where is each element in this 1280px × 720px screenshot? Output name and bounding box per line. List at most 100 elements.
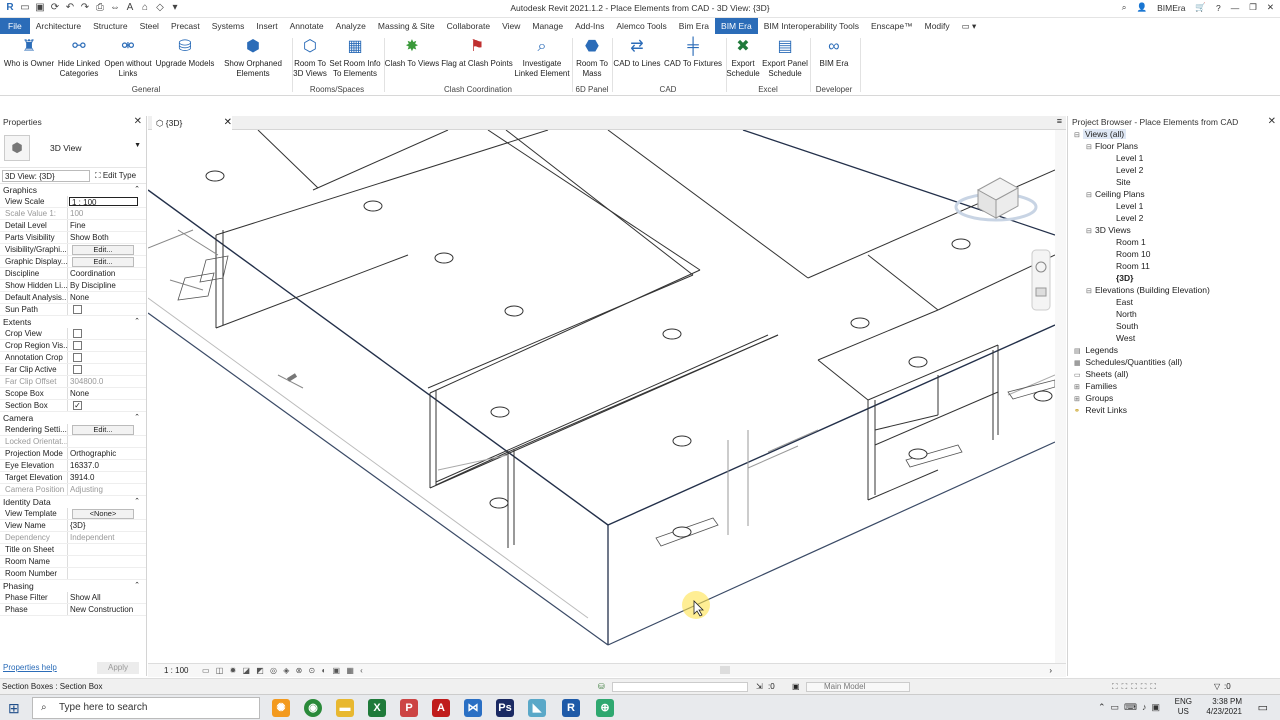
tree-item[interactable]: West bbox=[1068, 332, 1280, 344]
revit-icon[interactable]: R bbox=[562, 699, 580, 717]
tree-item-active-view[interactable]: {3D} bbox=[1068, 272, 1280, 284]
minimize-button[interactable]: — bbox=[1231, 3, 1240, 13]
restore-button[interactable]: ❐ bbox=[1249, 2, 1257, 13]
collapse-icon[interactable]: ⌃ bbox=[134, 316, 140, 328]
property-value[interactable]: New Construction bbox=[68, 604, 146, 615]
property-value[interactable]: 3914.0 bbox=[68, 472, 146, 483]
clash-to-views-button[interactable]: ✸ Clash To Views bbox=[384, 37, 440, 69]
tree-item-floor-plans[interactable]: ⊟ Floor Plans bbox=[1068, 140, 1280, 152]
crop-region-checkbox[interactable] bbox=[73, 341, 82, 350]
category-graphics[interactable]: Graphics ⌃ bbox=[0, 184, 146, 196]
tab-analyze[interactable]: Analyze bbox=[330, 18, 372, 34]
filter-icon[interactable]: ▽ bbox=[1214, 679, 1220, 694]
notifications-icon[interactable]: ▭ bbox=[1258, 701, 1268, 714]
property-value[interactable]: {3D} bbox=[68, 520, 146, 531]
tree-item[interactable]: East bbox=[1068, 296, 1280, 308]
design-options-icon[interactable]: ▣ bbox=[792, 679, 800, 694]
tree-item-legends[interactable]: ▤ Legends bbox=[1068, 344, 1280, 356]
category-phasing[interactable]: Phasing ⌃ bbox=[0, 580, 146, 592]
tree-item-3d-views[interactable]: ⊟ 3D Views bbox=[1068, 224, 1280, 236]
type-selector[interactable]: ⬢ 3D View ▼ bbox=[0, 128, 146, 168]
tree-item[interactable]: Level 2 bbox=[1068, 164, 1280, 176]
app-icon[interactable]: ◣ bbox=[528, 699, 546, 717]
property-value[interactable] bbox=[68, 544, 146, 555]
tree-item-schedules[interactable]: ▦ Schedules/Quantities (all) bbox=[1068, 356, 1280, 368]
property-value[interactable] bbox=[68, 568, 146, 579]
tab-annotate[interactable]: Annotate bbox=[284, 18, 330, 34]
cad-to-lines-button[interactable]: ⇄ CAD to Lines bbox=[612, 37, 662, 69]
visibility-edit-button[interactable]: Edit... bbox=[72, 245, 134, 255]
system-tray-icons[interactable]: ⌃▭⌨♪▣ bbox=[1098, 702, 1165, 713]
property-value[interactable]: Coordination bbox=[68, 268, 146, 279]
property-value[interactable]: Show Both bbox=[68, 232, 146, 243]
far-clip-checkbox[interactable] bbox=[73, 365, 82, 374]
tab-modify[interactable]: Modify bbox=[919, 18, 956, 34]
app-icon[interactable]: ✺ bbox=[272, 699, 290, 717]
tab-structure[interactable]: Structure bbox=[87, 18, 134, 34]
tab-precast[interactable]: Precast bbox=[165, 18, 206, 34]
property-value[interactable]: By Discipline bbox=[68, 280, 146, 291]
annotation-crop-checkbox[interactable] bbox=[73, 353, 82, 362]
collapse-icon[interactable]: ⌃ bbox=[134, 580, 140, 592]
tab-view[interactable]: View bbox=[496, 18, 526, 34]
chrome-icon[interactable]: ◉ bbox=[304, 699, 322, 717]
view-cube[interactable] bbox=[954, 177, 1038, 222]
tab-architecture[interactable]: Architecture bbox=[30, 18, 87, 34]
workset-selector[interactable] bbox=[612, 682, 748, 692]
horizontal-scroll-thumb[interactable] bbox=[720, 666, 730, 674]
tree-item[interactable]: North bbox=[1068, 308, 1280, 320]
user-icon[interactable]: 👤 bbox=[1136, 2, 1147, 13]
collapse-icon[interactable]: ⌃ bbox=[134, 412, 140, 424]
room-to-mass-button[interactable]: ⬣ Room To Mass bbox=[572, 37, 612, 79]
tree-item-groups[interactable]: ⊞ Groups bbox=[1068, 392, 1280, 404]
tab-massing[interactable]: Massing & Site bbox=[372, 18, 441, 34]
tab-steel[interactable]: Steel bbox=[134, 18, 165, 34]
close-button[interactable]: ✕ bbox=[1267, 2, 1274, 13]
tab-bim-era-1[interactable]: Bim Era bbox=[673, 18, 715, 34]
rendering-edit-button[interactable]: Edit... bbox=[72, 425, 134, 435]
navigation-bar[interactable] bbox=[1031, 249, 1051, 311]
view-scale-field[interactable]: 1 : 100 bbox=[69, 197, 138, 206]
category-camera[interactable]: Camera ⌃ bbox=[0, 412, 146, 424]
who-is-owner-button[interactable]: ♜ Who is Owner bbox=[2, 37, 56, 69]
property-value[interactable]: None bbox=[68, 292, 146, 303]
show-orphaned-button[interactable]: ⬢ Show Orphaned Elements bbox=[216, 37, 290, 79]
windows-start-icon[interactable]: ⊞ bbox=[8, 700, 20, 717]
set-room-info-button[interactable]: ▦ Set Room Info To Elements bbox=[328, 37, 382, 79]
upgrade-models-button[interactable]: ⛁ Upgrade Models bbox=[154, 37, 216, 69]
tree-item[interactable]: Room 1 bbox=[1068, 236, 1280, 248]
category-identity[interactable]: Identity Data ⌃ bbox=[0, 496, 146, 508]
collapse-icon[interactable]: ⌃ bbox=[134, 496, 140, 508]
vertical-scrollbar[interactable] bbox=[1055, 130, 1066, 664]
flag-clash-button[interactable]: ⚑ Flag at Clash Points bbox=[440, 37, 514, 69]
tab-manage[interactable]: Manage bbox=[526, 18, 569, 34]
app-icon[interactable]: ⊕ bbox=[596, 699, 614, 717]
design-option-selector[interactable]: Main Model bbox=[824, 679, 865, 694]
cad-to-fixtures-button[interactable]: ╪ CAD To Fixtures bbox=[662, 37, 724, 69]
bim-era-button[interactable]: ∞ BIM Era bbox=[810, 37, 858, 69]
investigate-linked-button[interactable]: ⌕ Investigate Linked Element bbox=[514, 37, 570, 79]
hide-linked-button[interactable]: ⚯ Hide Linked Categories bbox=[56, 37, 102, 79]
close-icon[interactable]: ✕ bbox=[224, 116, 232, 130]
tab-3d-view[interactable]: ⬡ {3D} ✕ bbox=[152, 116, 232, 130]
close-icon[interactable]: ✕ bbox=[134, 116, 142, 127]
tree-item[interactable]: Level 2 bbox=[1068, 212, 1280, 224]
cart-icon[interactable]: 🛒 bbox=[1195, 2, 1206, 13]
property-value[interactable]: None bbox=[68, 388, 146, 399]
tab-bim-interop[interactable]: BIM Interoperability Tools bbox=[758, 18, 865, 34]
tab-menu-icon[interactable]: ≡ bbox=[1057, 116, 1062, 126]
close-icon[interactable]: ✕ bbox=[1268, 116, 1276, 127]
tree-item[interactable]: South bbox=[1068, 320, 1280, 332]
tab-enscape[interactable]: Enscape™ bbox=[865, 18, 919, 34]
property-value[interactable]: Show All bbox=[68, 592, 146, 603]
tree-item[interactable]: Site bbox=[1068, 176, 1280, 188]
ribbon-options-icon[interactable]: ▭ ▾ bbox=[956, 18, 983, 34]
tree-item[interactable]: Room 11 bbox=[1068, 260, 1280, 272]
language-indicator[interactable]: ENG US bbox=[1175, 697, 1192, 717]
graphic-display-edit-button[interactable]: Edit... bbox=[72, 257, 134, 267]
excel-icon[interactable]: X bbox=[368, 699, 386, 717]
edit-type-button[interactable]: ⛶ Edit Type bbox=[95, 171, 136, 181]
tab-addins[interactable]: Add-Ins bbox=[569, 18, 610, 34]
view-scale-label[interactable]: 1 : 100 bbox=[164, 664, 188, 677]
search-icon[interactable]: ⌕ bbox=[1122, 2, 1127, 13]
